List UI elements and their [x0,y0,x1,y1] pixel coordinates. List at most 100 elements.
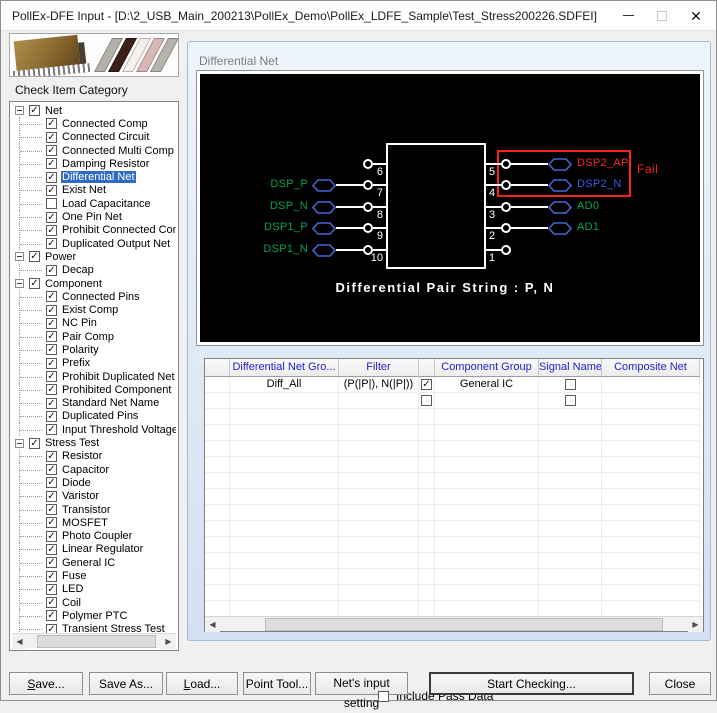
tree-item-prohibited-component[interactable]: ✓Prohibited Component [12,383,176,396]
table-cell[interactable] [230,505,339,521]
tree-item-nc-pin[interactable]: ✓NC Pin [12,317,176,330]
table-cell[interactable] [419,601,435,617]
checkbox[interactable]: ✓ [46,318,57,329]
table-cell[interactable] [419,521,435,537]
table-cell[interactable] [602,393,700,409]
table-cell[interactable] [339,425,419,441]
table-cell[interactable] [339,569,419,585]
table-cell[interactable] [230,393,339,409]
table-cell[interactable] [339,441,419,457]
tree-item-stress-test[interactable]: ✓Stress Test [12,436,176,449]
tree-item-polarity[interactable]: ✓Polarity [12,343,176,356]
column-header-component-group[interactable]: Component Group [435,359,539,377]
table-cell[interactable]: General IC [435,377,539,393]
table-cell[interactable] [205,377,230,393]
table-cell[interactable] [539,569,602,585]
table-cell[interactable] [339,601,419,617]
table-row[interactable] [205,441,703,457]
cell-checkbox[interactable]: ✓ [421,379,432,390]
checkbox[interactable]: ✓ [46,477,57,488]
collapse-icon[interactable] [15,439,24,448]
table-cell[interactable] [539,489,602,505]
close-button[interactable]: ✕ [680,1,712,30]
table-row[interactable] [205,393,703,409]
table-cell[interactable] [602,553,700,569]
tree-item-prohibit-duplicated-net[interactable]: ✓Prohibit Duplicated Net [12,370,176,383]
checkbox[interactable]: ✓ [46,504,57,515]
tree-item-prefix[interactable]: ✓Prefix [12,357,176,370]
start-checking-button[interactable]: Start Checking... [429,672,634,695]
table-cell[interactable] [539,473,602,489]
minimize-button[interactable] [612,1,644,30]
checkbox[interactable]: ✓ [46,291,57,302]
table-cell[interactable] [230,569,339,585]
table-cell[interactable] [339,473,419,489]
tree-item-connected-comp[interactable]: ✓Connected Comp [12,117,176,130]
table-cell[interactable] [435,553,539,569]
tree-item-prohibit-connected-comp[interactable]: ✓Prohibit Connected Comp [12,224,176,237]
tree-item-varistor[interactable]: ✓Varistor [12,490,176,503]
table-cell[interactable] [339,537,419,553]
table-cell[interactable] [419,409,435,425]
tree-item-net[interactable]: ✓Net [12,104,176,117]
table-cell[interactable] [602,601,700,617]
tree-item-pair-comp[interactable]: ✓Pair Comp [12,330,176,343]
table-cell[interactable] [602,537,700,553]
table-cell[interactable]: Diff_All [230,377,339,393]
table-cell[interactable] [205,409,230,425]
scrollbar-thumb[interactable] [37,635,156,648]
table-cell[interactable] [339,505,419,521]
scrollbar-thumb[interactable] [265,618,663,631]
tree-item-fuse[interactable]: ✓Fuse [12,569,176,582]
table-cell[interactable] [539,377,602,393]
tree-horizontal-scrollbar[interactable]: ◀ ▶ [12,633,176,648]
column-header-blank[interactable] [205,359,230,377]
table-cell[interactable] [205,425,230,441]
column-header-differential-net-gro[interactable]: Differential Net Gro... [230,359,339,377]
checkbox[interactable]: ✓ [29,278,40,289]
tree-item-diode[interactable]: ✓Diode [12,476,176,489]
checkbox[interactable]: ✓ [46,411,57,422]
table-cell[interactable] [419,585,435,601]
table-cell[interactable] [539,601,602,617]
table-cell[interactable] [435,441,539,457]
table-cell[interactable] [435,505,539,521]
checkbox[interactable]: ✓ [46,358,57,369]
table-cell[interactable] [339,457,419,473]
table-cell[interactable] [419,393,435,409]
tree-item-decap[interactable]: ✓Decap [12,264,176,277]
table-cell[interactable] [230,585,339,601]
schematic-canvas[interactable]: Fail Differential Pair String : P, N 67D… [200,74,700,342]
checkbox[interactable]: ✓ [46,212,57,223]
checkbox[interactable] [46,198,57,209]
table-cell[interactable] [435,473,539,489]
tree-item-power[interactable]: ✓Power [12,250,176,263]
table-cell[interactable] [230,425,339,441]
table-row[interactable] [205,585,703,601]
table-cell[interactable] [230,553,339,569]
checkbox[interactable]: ✓ [29,105,40,116]
table-row[interactable] [205,409,703,425]
table-cell[interactable]: (P(|P|), N(|P|)) [339,377,419,393]
table-cell[interactable] [419,505,435,521]
table-cell[interactable] [205,553,230,569]
table-row[interactable] [205,425,703,441]
table-cell[interactable] [230,489,339,505]
checkbox[interactable]: ✓ [46,118,57,129]
table-horizontal-scrollbar[interactable]: ◀ ▶ [205,616,703,631]
table-cell[interactable] [602,569,700,585]
table-row[interactable] [205,521,703,537]
tree-item-one-pin-net[interactable]: ✓One Pin Net [12,210,176,223]
table-cell[interactable] [602,409,700,425]
table-cell[interactable] [419,457,435,473]
checkbox[interactable]: ✓ [46,517,57,528]
table-cell[interactable] [435,537,539,553]
tree-item-coil[interactable]: ✓Coil [12,596,176,609]
checkbox[interactable]: ✓ [46,238,57,249]
checkbox[interactable]: ✓ [46,145,57,156]
checkbox[interactable]: ✓ [46,185,57,196]
table-cell[interactable] [339,393,419,409]
checkbox[interactable]: ✓ [46,464,57,475]
table-cell[interactable] [339,521,419,537]
table-cell[interactable] [602,441,700,457]
